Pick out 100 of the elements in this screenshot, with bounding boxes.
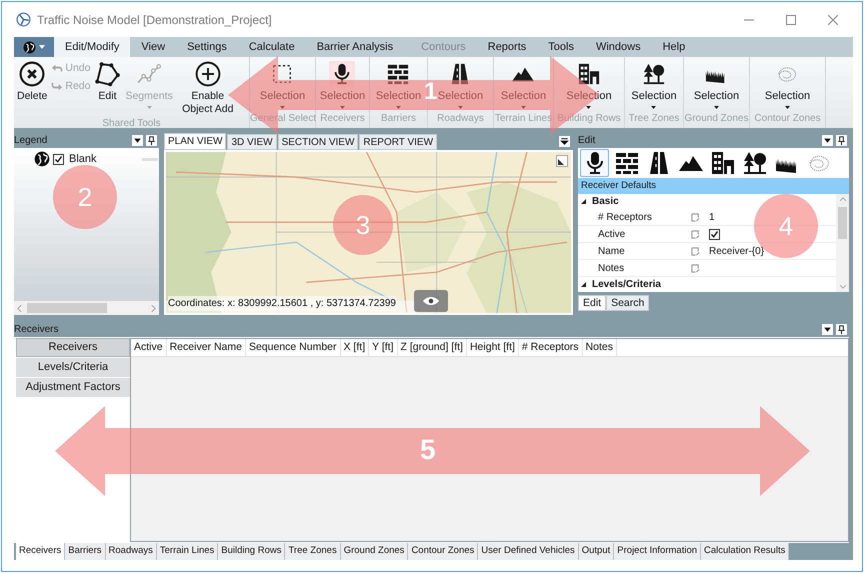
bottom-tab[interactable]: Project Information (614, 543, 702, 560)
scrollbar-thumb[interactable] (26, 303, 106, 313)
undo-icon (51, 64, 64, 74)
bottom-tab[interactable]: Barriers (65, 543, 106, 560)
scroll-down-icon[interactable] (840, 285, 846, 289)
view-tab[interactable]: SECTION VIEW (278, 134, 358, 150)
checkbox[interactable] (53, 154, 64, 165)
caret-icon (458, 106, 463, 109)
menu-item[interactable]: Settings (176, 37, 238, 57)
nav-button[interactable]: Receivers (16, 338, 130, 357)
coordinates-readout: Coordinates: x: 8309992.15601 , y: 5371374.72399 (168, 296, 396, 312)
bottom-tab[interactable]: Calculation Results (701, 543, 790, 560)
panel-tab[interactable]: Edit (578, 295, 606, 311)
column-header[interactable]: Notes (582, 339, 617, 356)
scroll-right-icon[interactable] (151, 304, 156, 312)
bottom-tab[interactable]: Roadways (106, 543, 157, 560)
section-header: Receiver Defaults (578, 178, 849, 194)
menu-item[interactable]: Barrier Analysis (306, 37, 404, 57)
app-logo-icon (16, 12, 31, 27)
caret-icon (39, 45, 45, 49)
bottom-tab[interactable]: User Defined Vehicles (478, 543, 579, 560)
bottom-tab[interactable]: Output (578, 543, 614, 560)
category-label: Basic (592, 195, 619, 209)
caret-icon (340, 106, 345, 109)
caret-icon (714, 106, 719, 109)
column-header[interactable]: Active (131, 339, 167, 356)
close-icon[interactable] (828, 14, 838, 24)
group-label: Contour Zones (753, 112, 822, 126)
selection-button[interactable]: Selection (694, 61, 740, 109)
nav-button[interactable]: Levels/Criteria (16, 358, 130, 377)
app-menu-button[interactable] (14, 37, 54, 57)
property-value[interactable]: 1 (709, 210, 715, 224)
eye-icon (422, 296, 440, 306)
column-header[interactable]: # Receptors (518, 339, 583, 356)
nav-button[interactable]: Adjustment Factors (16, 378, 130, 397)
panel-tab[interactable]: Search (606, 295, 650, 311)
column-header[interactable]: Receiver Name (166, 339, 246, 356)
property-value[interactable]: Receiver-{0} (709, 244, 764, 258)
bottom-tab[interactable]: Tree Zones (285, 543, 341, 560)
buildings-icon (710, 151, 734, 175)
scroll-up-icon[interactable] (840, 197, 846, 201)
bottom-tab[interactable]: Ground Zones (340, 543, 408, 560)
menu-item[interactable]: Calculate (238, 37, 306, 57)
vertical-scrollbar[interactable] (836, 194, 849, 292)
window-title: Traffic Noise Model [Demonstration_Project] (37, 12, 272, 28)
group-label: Roadways (436, 112, 485, 126)
menu-item[interactable]: Help (652, 37, 696, 57)
checkbox[interactable] (709, 228, 720, 240)
scrollbar-thumb[interactable] (838, 207, 847, 239)
menu-item[interactable]: Windows (584, 37, 652, 57)
scroll-left-icon[interactable] (17, 304, 22, 312)
column-header[interactable]: Y [ft] (369, 339, 398, 356)
object-type-button[interactable] (580, 149, 609, 177)
bottom-tab[interactable]: Building Rows (218, 543, 286, 560)
bottom-tab[interactable]: Contour Zones (408, 543, 478, 560)
column-header[interactable]: Z [ground] [ft] (398, 339, 467, 356)
caret-icon (651, 106, 656, 109)
column-header[interactable]: Sequence Number (246, 339, 341, 356)
property-name: Name (598, 244, 625, 258)
menu-item[interactable]: View (130, 37, 176, 57)
group-label: Shared Tools (101, 117, 162, 131)
expander-icon[interactable] (581, 282, 586, 287)
layer-name: Blank (69, 152, 97, 167)
toolbar-button[interactable]: Edit (93, 61, 122, 103)
pin-icon (146, 135, 157, 146)
caret-icon (586, 106, 592, 109)
menu-item[interactable]: Edit/Modify (54, 37, 130, 57)
expander-icon[interactable] (581, 199, 586, 204)
menu-item[interactable]: Reports (476, 37, 538, 57)
column-header[interactable]: Height [ft] (466, 339, 519, 356)
caret-icon (784, 106, 790, 109)
category-label: Levels/Criteria (592, 278, 661, 292)
toolbar-button[interactable]: Enable Object Add (176, 61, 239, 116)
polygon-icon (94, 61, 120, 87)
menu-item[interactable]: Tools (537, 37, 585, 57)
maximize-icon[interactable] (786, 14, 796, 24)
brick-wall-icon (614, 151, 638, 175)
selection-button[interactable]: Selection (631, 61, 677, 109)
callout-marker: 2 (53, 165, 117, 229)
panel-title: Legend (14, 134, 48, 148)
toolbar-button[interactable]: Delete (16, 61, 48, 103)
eye-button[interactable] (414, 290, 448, 312)
edit-icon (691, 212, 700, 222)
corner-icon (557, 158, 565, 166)
buildings-icon (578, 63, 600, 85)
map-corner-button[interactable] (556, 155, 568, 167)
check-icon (54, 154, 63, 164)
horizontal-scrollbar[interactable] (14, 301, 159, 315)
callout-marker: 3 (333, 195, 393, 255)
bottom-tab[interactable]: Receivers (16, 543, 66, 560)
callout-number: 5 (420, 436, 436, 464)
group-label: Receivers (319, 112, 366, 126)
bottom-tab[interactable]: Terrain Lines (156, 543, 218, 560)
view-tab[interactable]: PLAN VIEW (164, 133, 226, 150)
selection-button[interactable]: Selection (764, 61, 810, 109)
column-header[interactable]: X [ft] (340, 339, 370, 356)
close-circle-icon (19, 61, 46, 87)
view-tab[interactable]: REPORT VIEW (359, 134, 438, 150)
view-tab[interactable]: 3D VIEW (227, 134, 277, 150)
group-label: Barriers (380, 112, 417, 126)
